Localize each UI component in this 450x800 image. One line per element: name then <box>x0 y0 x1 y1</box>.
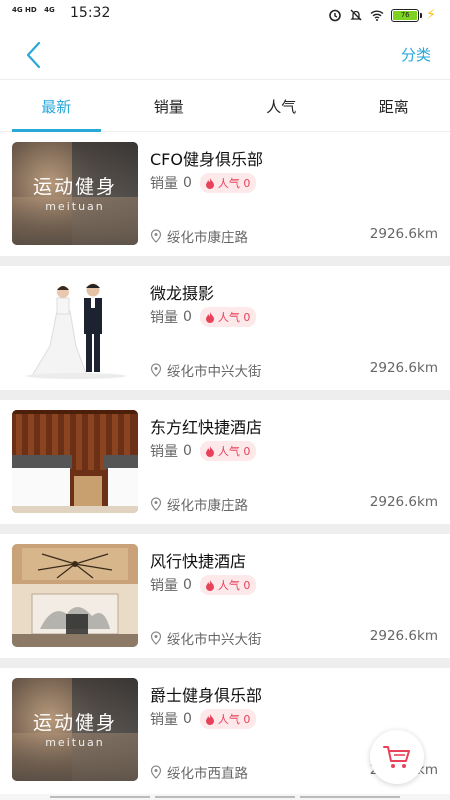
location-pin-icon <box>150 765 162 779</box>
sales-label: 销量 <box>150 444 178 460</box>
categories-button[interactable]: 分类 <box>401 44 431 65</box>
shop-image: 运动健身 meituan <box>12 142 138 245</box>
flame-icon <box>205 579 214 591</box>
sales-value: 0 <box>183 443 192 459</box>
shop-address: 绥化市西直路 <box>150 762 248 782</box>
cart-button[interactable] <box>370 730 424 784</box>
tab-popularity[interactable]: 人气 <box>225 80 338 131</box>
popularity-value: 0 <box>243 444 251 458</box>
location-pin-icon <box>150 363 162 377</box>
shop-distance: 2926.6km <box>369 628 438 644</box>
shop-name: CFO健身俱乐部 <box>150 150 263 169</box>
list-item[interactable]: 风行快捷酒店 销量 0 人气 0 绥化市中兴大街 2926.6km <box>0 534 450 658</box>
popularity-badge: 人气 0 <box>199 575 257 595</box>
sales-label: 销量 <box>150 176 178 192</box>
battery-icon: 76 <box>391 8 423 22</box>
shop-address: 绥化市康庄路 <box>150 494 248 514</box>
sales-value: 0 <box>183 309 192 325</box>
popularity-badge: 人气 0 <box>199 441 257 461</box>
shop-distance: 2926.6km <box>369 226 438 242</box>
sales-label: 销量 <box>150 578 178 594</box>
header: 分类 <box>0 30 450 80</box>
chevron-left-icon[interactable] <box>22 40 48 70</box>
shop-address: 绥化市中兴大街 <box>150 628 262 648</box>
sales-value: 0 <box>183 577 192 593</box>
tab-sales[interactable]: 销量 <box>113 80 226 131</box>
shop-image: 运动健身 meituan <box>12 678 138 781</box>
sales-label: 销量 <box>150 712 178 728</box>
location-pin-icon <box>150 229 162 243</box>
flame-icon <box>205 445 214 457</box>
tab-distance[interactable]: 距离 <box>338 80 450 131</box>
shop-name: 微龙摄影 <box>150 284 215 303</box>
alarm-icon <box>329 9 341 22</box>
shop-distance: 2926.6km <box>369 360 438 376</box>
bottom-nav-hint <box>0 794 450 800</box>
location-pin-icon <box>150 631 162 645</box>
shop-image <box>12 544 138 647</box>
list-item[interactable]: 微龙摄影 销量 0 人气 0 绥化市中兴大街 2926.6km <box>0 266 450 390</box>
wifi-icon <box>370 10 384 21</box>
network-label-2: 4G <box>44 6 55 14</box>
popularity-value: 0 <box>243 310 251 324</box>
shop-address: 绥化市中兴大街 <box>150 360 262 380</box>
popularity-value: 0 <box>243 712 251 726</box>
shop-address: 绥化市康庄路 <box>150 226 248 246</box>
charging-icon: ⚡ <box>426 7 436 23</box>
tab-latest[interactable]: 最新 <box>0 80 113 132</box>
flame-icon <box>205 311 214 323</box>
shop-distance: 2926.6km <box>369 494 438 510</box>
status-time: 15:32 <box>70 5 111 21</box>
flame-icon <box>205 713 214 725</box>
list-item[interactable]: 东方红快捷酒店 销量 0 人气 0 绥化市康庄路 2926.6km <box>0 400 450 524</box>
sales-label: 销量 <box>150 310 178 326</box>
popularity-badge: 人气 0 <box>199 709 257 729</box>
popularity-value: 0 <box>243 176 251 190</box>
sort-tabs: 最新 销量 人气 距离 <box>0 80 450 132</box>
network-indicator: 4G HD 4G <box>12 6 60 14</box>
popularity-value: 0 <box>243 578 251 592</box>
location-pin-icon <box>150 497 162 511</box>
status-bar: 4G HD 4G 15:32 76 ⚡ <box>0 0 450 30</box>
shop-list: 运动健身 meituan CFO健身俱乐部 销量 0 人气 0 绥化市康庄路 2… <box>0 132 450 792</box>
popularity-badge: 人气 0 <box>199 173 257 193</box>
list-item[interactable]: 运动健身 meituan CFO健身俱乐部 销量 0 人气 0 绥化市康庄路 2… <box>0 132 450 256</box>
shop-name: 风行快捷酒店 <box>150 552 247 571</box>
network-label-1: 4G HD <box>12 6 37 14</box>
shop-name: 爵士健身俱乐部 <box>150 686 263 705</box>
sales-value: 0 <box>183 175 192 191</box>
popularity-badge: 人气 0 <box>199 307 257 327</box>
shop-image <box>12 410 138 513</box>
cart-icon <box>383 746 410 768</box>
shop-name: 东方红快捷酒店 <box>150 418 263 437</box>
flame-icon <box>205 177 214 189</box>
sales-value: 0 <box>183 711 192 727</box>
mute-icon <box>350 9 362 21</box>
shop-image <box>12 276 138 379</box>
